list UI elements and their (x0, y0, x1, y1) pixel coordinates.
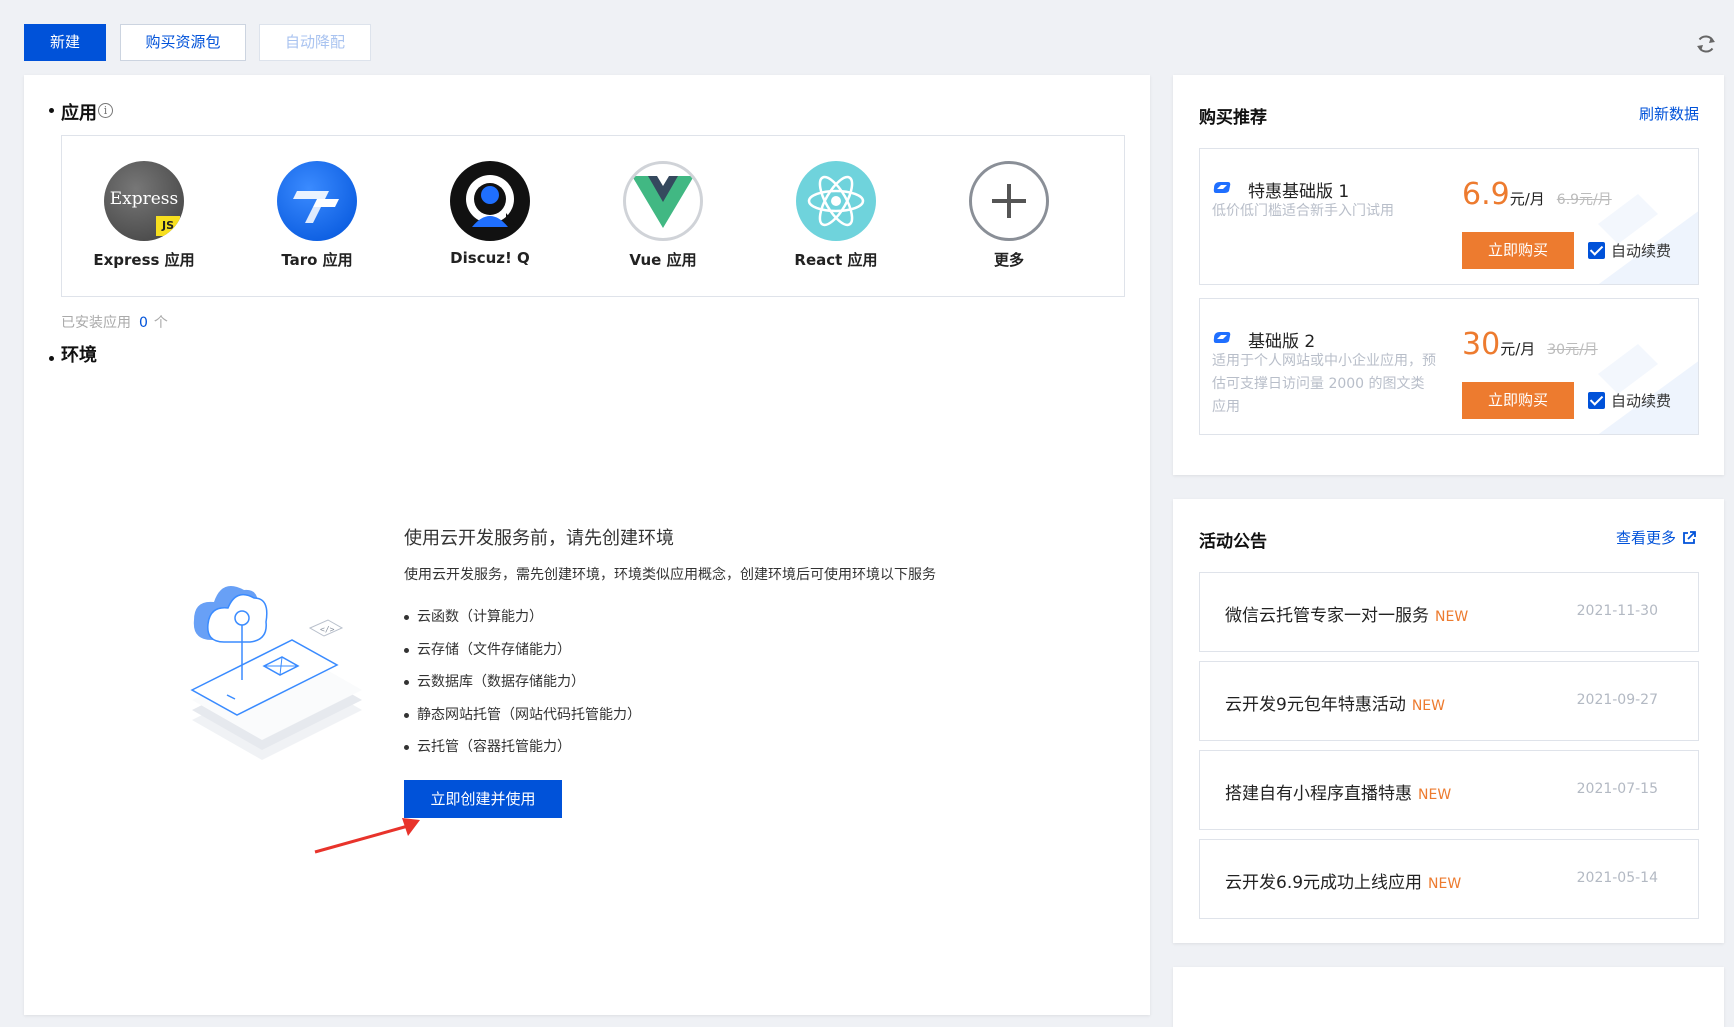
installed-count-link[interactable]: 0 (139, 315, 148, 331)
buy-resource-pack-button[interactable]: 购买资源包 (120, 24, 246, 61)
new-badge: NEW (1435, 609, 1469, 625)
app-taro[interactable]: Taro 应用 (237, 161, 397, 270)
info-icon[interactable]: i (98, 103, 113, 118)
cloud-server-illustration: </> (190, 586, 362, 760)
react-icon (796, 161, 876, 241)
app-label: Express 应用 (93, 251, 195, 269)
bullet (49, 108, 54, 113)
announcement-title: 云开发6.9元成功上线应用 (1225, 873, 1423, 893)
plan-card: 特惠基础版 1 低价低门槛适合新手入门试用 6.9元/月 6.9元/月 立即购买 … (1199, 148, 1699, 285)
express-icon: Express JS (104, 161, 184, 241)
app-label: Discuz! Q (450, 249, 530, 267)
announcement-date: 2021-09-27 (1576, 692, 1658, 708)
price-value: 30 (1462, 327, 1501, 362)
auto-downgrade-button[interactable]: 自动降配 (259, 24, 371, 61)
express-icon-text: Express (109, 189, 179, 209)
service-list: 云函数（计算能力） 云存储（文件存储能力） 云数据库（数据存储能力） 静态网站托… (404, 606, 936, 769)
announcement-title: 微信云托管专家一对一服务 (1225, 606, 1429, 626)
discuz-icon (450, 161, 530, 241)
env-section-title: 环境 (61, 345, 97, 366)
announcements-title: 活动公告 (1199, 532, 1267, 552)
env-intro-title: 使用云开发服务前，请先创建环境 (404, 528, 674, 549)
plan-name: 基础版 2 (1248, 332, 1316, 352)
plan-price: 30元/月 30元/月 (1462, 327, 1598, 362)
env-intro-desc: 使用云开发服务，需先创建环境，环境类似应用概念，创建环境后可使用环境以下服务 (404, 567, 936, 583)
original-price: 6.9元/月 (1556, 192, 1612, 208)
app-express[interactable]: Express JS Express 应用 (64, 161, 224, 270)
plan-name: 特惠基础版 1 (1248, 182, 1350, 202)
plan-desc: 低价低门槛适合新手入门试用 (1212, 203, 1394, 219)
checkbox-checked-icon[interactable] (1588, 242, 1605, 259)
auto-renew-label: 自动续费 (1611, 242, 1672, 260)
new-badge: NEW (1411, 698, 1445, 714)
price-value: 6.9 (1462, 177, 1510, 212)
app-label: Vue 应用 (629, 251, 697, 269)
plan-price: 6.9元/月 6.9元/月 (1462, 177, 1612, 212)
announcement-date: 2021-11-30 (1576, 603, 1658, 619)
red-arrow-annotation (314, 818, 420, 854)
app-more[interactable]: 更多 (929, 161, 1089, 270)
vue-icon (623, 161, 703, 241)
app-label: React 应用 (794, 251, 878, 269)
app-label: Taro 应用 (281, 251, 353, 269)
price-unit: 元/月 (1500, 340, 1536, 358)
js-badge: JS (156, 216, 180, 236)
checkbox-checked-icon[interactable] (1588, 392, 1605, 409)
app-discuz[interactable]: Discuz! Q (410, 161, 570, 267)
external-link-icon (1683, 530, 1696, 544)
cloud-logo-icon (1213, 182, 1231, 193)
plan-desc: 适用于个人网站或中小企业应用，预估可支撑日访问量 2000 的图文类应用 (1212, 353, 1436, 415)
new-button[interactable]: 新建 (24, 24, 106, 61)
buy-now-button[interactable]: 立即购买 (1462, 382, 1574, 419)
announcement-item[interactable]: 云开发6.9元成功上线应用 NEW 2021-05-14 (1199, 839, 1699, 919)
announcement-item[interactable]: 云开发9元包年特惠活动 NEW 2021-09-27 (1199, 661, 1699, 741)
announcement-date: 2021-05-14 (1576, 870, 1658, 886)
plus-icon (969, 161, 1049, 241)
bullet (49, 356, 54, 361)
cloud-logo-icon (1213, 332, 1231, 343)
see-more-link[interactable]: 查看更多 (1616, 527, 1696, 548)
original-price: 30元/月 (1547, 342, 1598, 358)
announcement-date: 2021-07-15 (1576, 781, 1658, 797)
new-badge: NEW (1418, 787, 1452, 803)
see-more-label: 查看更多 (1616, 529, 1677, 547)
announcement-title: 云开发9元包年特惠活动 (1225, 695, 1406, 715)
auto-renew-checkbox[interactable]: 自动续费 (1588, 390, 1671, 411)
announcement-item[interactable]: 微信云托管专家一对一服务 NEW 2021-11-30 (1199, 572, 1699, 652)
refresh-icon[interactable] (1694, 32, 1718, 56)
announcement-item[interactable]: 搭建自有小程序直播特惠 NEW 2021-07-15 (1199, 750, 1699, 830)
new-badge: NEW (1428, 876, 1462, 892)
auto-renew-label: 自动续费 (1611, 392, 1672, 410)
app-label: 更多 (993, 251, 1024, 269)
apps-box: Express JS Express 应用 Taro 应用 Discuz! Q (61, 135, 1125, 297)
auto-renew-checkbox[interactable]: 自动续费 (1588, 240, 1671, 261)
service-item: 静态网站托管（网站代码托管能力） (404, 704, 936, 737)
purchase-title: 购买推荐 (1199, 108, 1267, 128)
plan-card: 基础版 2 适用于个人网站或中小企业应用，预估可支撑日访问量 2000 的图文类… (1199, 298, 1699, 435)
app-react[interactable]: React 应用 (756, 161, 916, 270)
service-item: 云托管（容器托管能力） (404, 736, 936, 769)
taro-icon (277, 161, 357, 241)
apps-section-title: 应用 (61, 103, 97, 124)
svg-text:</>: </> (320, 625, 335, 634)
announcement-title: 搭建自有小程序直播特惠 (1225, 784, 1412, 804)
buy-now-button[interactable]: 立即购买 (1462, 232, 1574, 269)
service-item: 云函数（计算能力） (404, 606, 936, 639)
installed-apps-count: 已安装应用 0 个 (61, 312, 168, 332)
installed-unit: 个 (153, 315, 168, 331)
secondary-panel (1173, 967, 1724, 1027)
price-unit: 元/月 (1509, 190, 1545, 208)
service-item: 云数据库（数据存储能力） (404, 671, 936, 704)
refresh-data-link[interactable]: 刷新数据 (1639, 103, 1699, 124)
service-item: 云存储（文件存储能力） (404, 639, 936, 672)
installed-label: 已安装应用 (61, 315, 131, 331)
env-intro: 使用云开发服务前，请先创建环境 使用云开发服务，需先创建环境，环境类似应用概念，… (404, 524, 936, 769)
app-vue[interactable]: Vue 应用 (583, 161, 743, 270)
